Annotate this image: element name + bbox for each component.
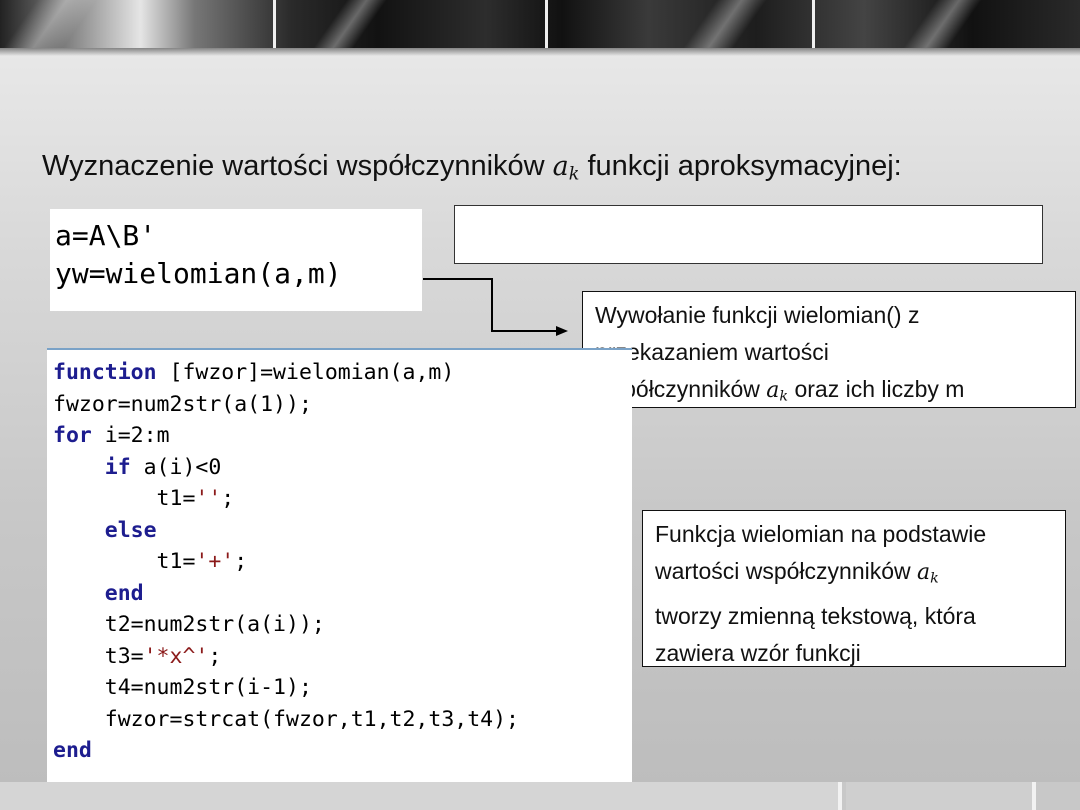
code-text: ; xyxy=(208,643,222,669)
callout-text: oraz ich liczby m xyxy=(788,376,965,402)
code-string: '' xyxy=(195,486,222,511)
code-keyword: end xyxy=(104,580,144,606)
callout-function-call: Wywołanie funkcji wielomian() z przekaza… xyxy=(582,291,1076,408)
math-subscript: k xyxy=(930,570,939,587)
footer-segment xyxy=(846,782,1032,810)
code-keyword: function xyxy=(53,360,157,385)
callout-line: wartości współczynników ak xyxy=(655,553,1065,598)
callout-math-ak: ak xyxy=(766,378,789,405)
callout-line: zawiera wzór funkcji xyxy=(655,639,861,666)
callout-math-ak: ak xyxy=(917,560,939,587)
code-text: t3= xyxy=(53,643,144,669)
code-text: a(i)<0 xyxy=(130,454,222,480)
code-text: fwzor=strcat(fwzor,t1,t2,t3,t4); xyxy=(53,706,519,732)
arrow-head-icon xyxy=(556,326,568,336)
code-keyword: else xyxy=(104,517,157,543)
math-base: a xyxy=(917,560,931,585)
code-text: ; xyxy=(234,549,248,574)
code-text: ; xyxy=(221,486,235,511)
code-text: t1= xyxy=(53,549,196,574)
callout-line: Funkcja wielomian na podstawie xyxy=(655,521,987,547)
code-text: t4=num2str(i-1); xyxy=(53,675,312,700)
footer-segment xyxy=(0,782,838,810)
code-text: t2=num2str(a(i)); xyxy=(53,612,325,637)
code-text: [fwzor]=wielomian(a,m) xyxy=(156,360,455,385)
code-keyword: end xyxy=(53,738,92,763)
callout-line: tworzy zmienną tekstową, która xyxy=(655,602,976,629)
call-arrow-line xyxy=(423,278,560,332)
callout-function-description: Funkcja wielomian na podstawie wartości … xyxy=(642,510,1066,667)
math-base: a xyxy=(766,378,780,403)
footer-separator xyxy=(838,782,842,810)
callout-line: przekazaniem wartości xyxy=(595,339,829,365)
code-text: t1= xyxy=(53,486,196,511)
callout-line: Wywołanie funkcji wielomian() z xyxy=(595,302,920,328)
code-keyword: if xyxy=(104,454,131,480)
code-string: '+' xyxy=(195,549,235,574)
math-subscript: k xyxy=(779,388,789,405)
code-function-wielomian: function [fwzor]=wielomian(a,m) fwzor=nu… xyxy=(47,348,632,782)
callout-text: wartości współczynników xyxy=(655,558,918,584)
code-keyword: for xyxy=(53,423,92,448)
footer-separator xyxy=(1032,782,1036,810)
code-text: i=2:m xyxy=(91,423,170,448)
code-text: fwzor=num2str(a(1)); xyxy=(53,391,312,417)
code-string: '*x^' xyxy=(143,643,209,669)
callout-line: współczynników ak oraz ich liczby m xyxy=(595,371,1075,416)
